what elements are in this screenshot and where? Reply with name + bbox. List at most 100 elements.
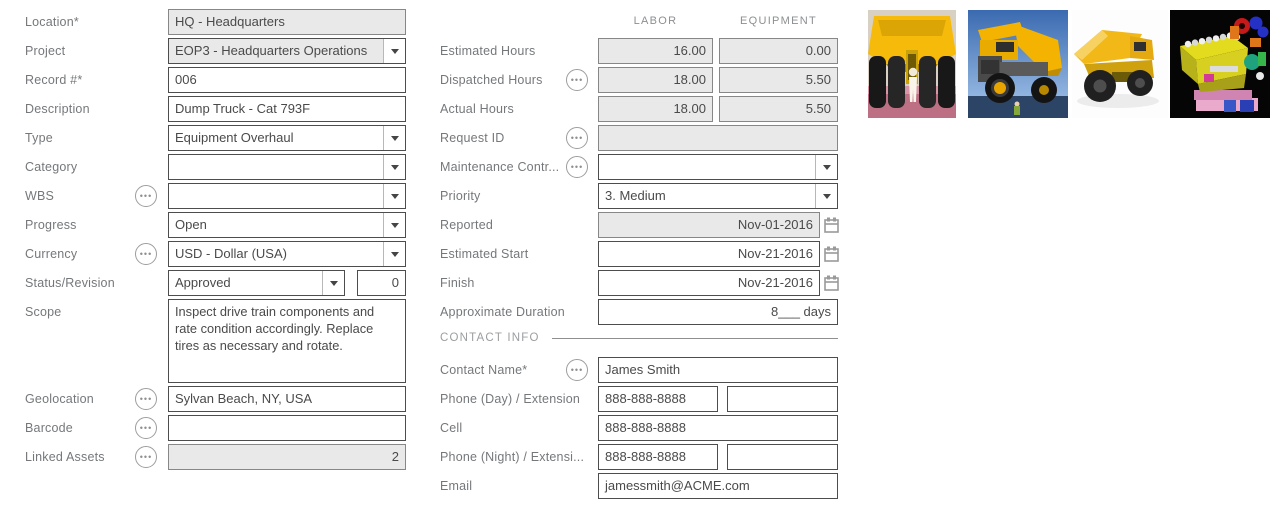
chevron-down-icon[interactable] — [322, 271, 344, 295]
request-id-lookup-button[interactable]: ••• — [566, 127, 588, 149]
attachment-photo-truck-model[interactable] — [1072, 10, 1168, 118]
currency-dropdown[interactable]: USD - Dollar (USA) — [168, 241, 406, 267]
contact-name-lookup-button[interactable]: ••• — [566, 359, 588, 381]
scope-label: Scope — [25, 299, 61, 325]
progress-value: Open — [169, 213, 383, 237]
chevron-down-icon[interactable] — [815, 184, 837, 208]
contact-info-divider — [552, 338, 838, 339]
category-dropdown[interactable] — [168, 154, 406, 180]
estimated-start-date-field[interactable]: Nov-21-2016 — [598, 241, 820, 267]
phone-night-label: Phone (Night) / Extensi... — [440, 444, 584, 470]
request-id-label: Request ID — [440, 125, 505, 151]
record-number-field[interactable]: 006 — [168, 67, 406, 93]
currency-label: Currency — [25, 241, 77, 267]
phone-night-field[interactable]: 888-888-8888 — [598, 444, 718, 470]
barcode-lookup-button[interactable]: ••• — [135, 417, 157, 439]
chevron-down-icon[interactable] — [383, 39, 405, 63]
linked-assets-label: Linked Assets — [25, 444, 105, 470]
status-dropdown[interactable]: Approved — [168, 270, 345, 296]
dispatched-hours-lookup-button[interactable]: ••• — [566, 69, 588, 91]
attachment-photo-truck-sky[interactable] — [968, 10, 1068, 118]
project-label: Project — [25, 38, 65, 64]
phone-day-label: Phone (Day) / Extension — [440, 386, 580, 412]
request-id-field — [598, 125, 838, 151]
reported-label: Reported — [440, 212, 493, 238]
phone-night-extension-field[interactable] — [727, 444, 838, 470]
contact-name-field[interactable]: James Smith — [598, 357, 838, 383]
email-field[interactable]: jamessmith@ACME.com — [598, 473, 838, 499]
linked-assets-field: 2 — [168, 444, 406, 470]
phone-day-extension-field[interactable] — [727, 386, 838, 412]
status-value: Approved — [169, 271, 322, 295]
type-value: Equipment Overhaul — [169, 126, 383, 150]
dispatched-hours-label: Dispatched Hours — [440, 67, 543, 93]
progress-label: Progress — [25, 212, 77, 238]
chevron-down-icon[interactable] — [383, 155, 405, 179]
equipment-column-header: EQUIPMENT — [719, 14, 838, 28]
geolocation-lookup-button[interactable]: ••• — [135, 388, 157, 410]
chevron-down-icon[interactable] — [815, 155, 837, 179]
approximate-duration-label: Approximate Duration — [440, 299, 565, 325]
description-field[interactable]: Dump Truck - Cat 793F — [168, 96, 406, 122]
wbs-label: WBS — [25, 183, 54, 209]
maintenance-contract-dropdown[interactable] — [598, 154, 838, 180]
calendar-icon[interactable] — [824, 246, 839, 262]
contact-name-label: Contact Name* — [440, 357, 527, 383]
estimated-hours-labor-field: 16.00 — [598, 38, 713, 64]
linked-assets-lookup-button[interactable]: ••• — [135, 446, 157, 468]
description-label: Description — [25, 96, 90, 122]
priority-label: Priority — [440, 183, 481, 209]
reported-date-field: Nov-01-2016 — [598, 212, 820, 238]
actual-hours-equipment-field: 5.50 — [719, 96, 838, 122]
category-label: Category — [25, 154, 77, 180]
approximate-duration-field[interactable]: 8___ days — [598, 299, 838, 325]
wbs-value — [169, 184, 383, 208]
category-value — [169, 155, 383, 179]
barcode-label: Barcode — [25, 415, 73, 441]
dispatched-hours-labor-field: 18.00 — [598, 67, 713, 93]
actual-hours-label: Actual Hours — [440, 96, 514, 122]
progress-dropdown[interactable]: Open — [168, 212, 406, 238]
geolocation-label: Geolocation — [25, 386, 94, 412]
wbs-dropdown[interactable] — [168, 183, 406, 209]
maintenance-contract-lookup-button[interactable]: ••• — [566, 156, 588, 178]
maintenance-contract-label: Maintenance Contr... — [440, 154, 559, 180]
labor-column-header: LABOR — [598, 14, 713, 28]
cell-field[interactable]: 888-888-8888 — [598, 415, 838, 441]
chevron-down-icon[interactable] — [383, 213, 405, 237]
wbs-lookup-button[interactable]: ••• — [135, 185, 157, 207]
estimated-hours-equipment-field: 0.00 — [719, 38, 838, 64]
cell-label: Cell — [440, 415, 462, 441]
contact-info-section-title: CONTACT INFO — [440, 331, 540, 345]
status-revision-label: Status/Revision — [25, 270, 115, 296]
scope-textarea[interactable]: Inspect drive train components and rate … — [168, 299, 406, 383]
calendar-icon[interactable] — [824, 275, 839, 291]
email-label: Email — [440, 473, 472, 499]
location-field: HQ - Headquarters — [168, 9, 406, 35]
chevron-down-icon[interactable] — [383, 242, 405, 266]
type-label: Type — [25, 125, 53, 151]
attachment-photo-engine-cutaway[interactable] — [1170, 10, 1270, 118]
record-number-label: Record #* — [25, 67, 82, 93]
dispatched-hours-equipment-field: 5.50 — [719, 67, 838, 93]
finish-date-field[interactable]: Nov-21-2016 — [598, 270, 820, 296]
type-dropdown[interactable]: Equipment Overhaul — [168, 125, 406, 151]
project-value: EOP3 - Headquarters Operations — [169, 39, 383, 63]
priority-value: 3. Medium — [599, 184, 815, 208]
project-dropdown[interactable]: EOP3 - Headquarters Operations — [168, 38, 406, 64]
barcode-field[interactable] — [168, 415, 406, 441]
work-order-form: Location* Project Record #* Description … — [0, 0, 1283, 505]
actual-hours-labor-field: 18.00 — [598, 96, 713, 122]
location-label: Location* — [25, 9, 79, 35]
maintenance-contract-value — [599, 155, 815, 179]
currency-lookup-button[interactable]: ••• — [135, 243, 157, 265]
geolocation-field[interactable]: Sylvan Beach, NY, USA — [168, 386, 406, 412]
priority-dropdown[interactable]: 3. Medium — [598, 183, 838, 209]
chevron-down-icon[interactable] — [383, 184, 405, 208]
calendar-icon[interactable] — [824, 217, 839, 233]
attachment-photo-truck-rear[interactable] — [868, 10, 956, 118]
phone-day-field[interactable]: 888-888-8888 — [598, 386, 718, 412]
chevron-down-icon[interactable] — [383, 126, 405, 150]
finish-label: Finish — [440, 270, 475, 296]
estimated-start-label: Estimated Start — [440, 241, 528, 267]
